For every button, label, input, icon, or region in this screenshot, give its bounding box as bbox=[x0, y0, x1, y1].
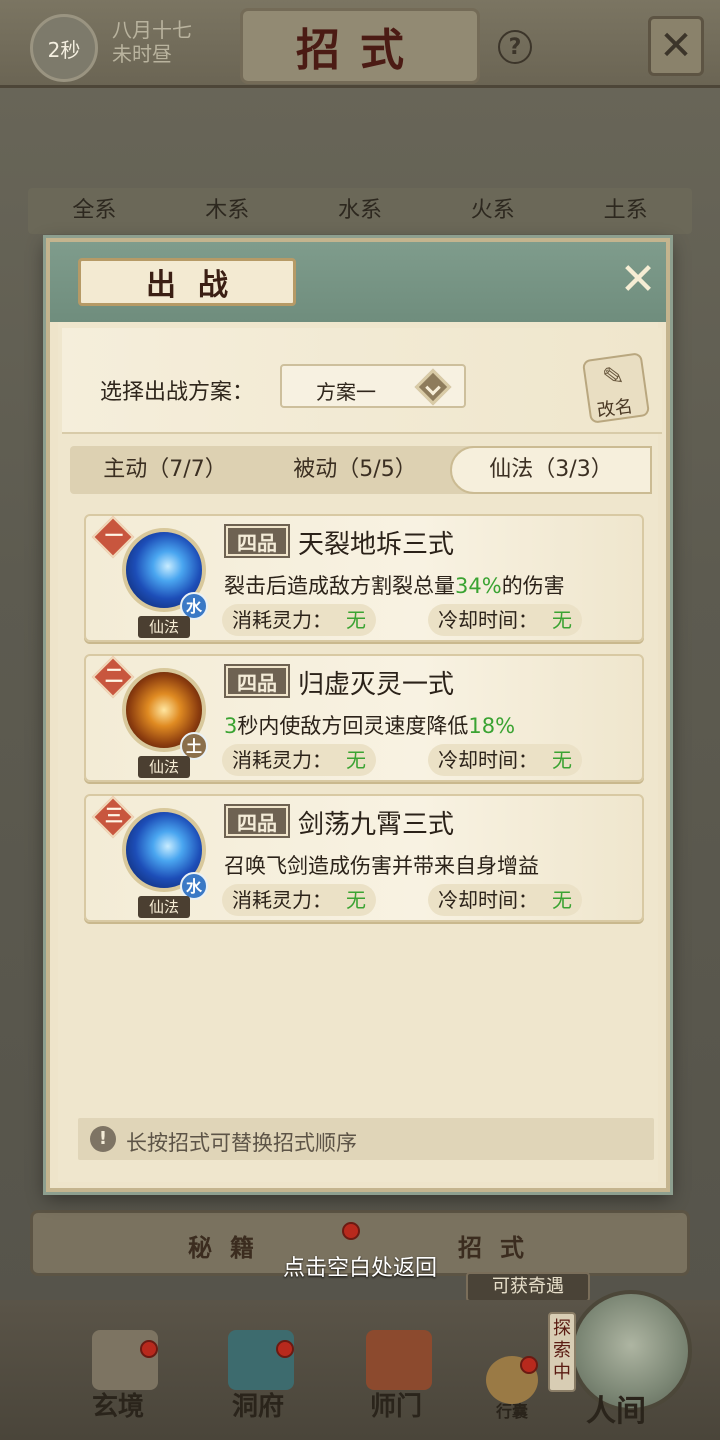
notification-dot bbox=[276, 1340, 294, 1358]
dialog-body: 选择出战方案： 方案一 ✎ 改名 主动（7/7） 被动（5/5） 仙法（3/3）… bbox=[58, 322, 662, 1182]
skill-type-tag: 仙法 bbox=[138, 616, 190, 638]
nav-dongfu[interactable]: 洞府 bbox=[232, 1386, 284, 1423]
skill-card[interactable]: 二 土 仙法 四品 归虚灭灵一式 3秒内使敌方回灵速度降低18% 消耗灵力：无 … bbox=[84, 654, 644, 782]
tab-active-skills[interactable]: 主动（7/7） bbox=[70, 446, 260, 494]
tab-passive-skills[interactable]: 被动（5/5） bbox=[260, 446, 450, 494]
grade-tag: 四品 bbox=[224, 664, 290, 698]
plan-selector-row: 选择出战方案： 方案一 ✎ 改名 bbox=[62, 328, 662, 434]
skill-name: 天裂地坼三式 bbox=[298, 530, 455, 560]
mana-cost: 消耗灵力：无 bbox=[222, 604, 376, 636]
page-close-button[interactable]: ✕ bbox=[648, 16, 704, 76]
plan-dropdown[interactable]: 方案一 bbox=[280, 364, 466, 408]
cooldown: 冷却时间：无 bbox=[428, 884, 582, 916]
skill-description: 召唤飞剑造成伤害并带来自身增益 bbox=[224, 854, 539, 878]
skill-card[interactable]: 三 水 仙法 四品 剑荡九霄三式 召唤飞剑造成伤害并带来自身增益 消耗灵力：无 … bbox=[84, 794, 644, 922]
battle-setup-dialog: 出战 ✕ 选择出战方案： 方案一 ✎ 改名 主动（7/7） 被动（5/5） 仙法… bbox=[46, 238, 670, 1192]
notification-dot bbox=[140, 1340, 158, 1358]
rank-number: 二 bbox=[105, 666, 123, 687]
xuanjing-icon[interactable] bbox=[92, 1330, 158, 1390]
rank-number: 三 bbox=[105, 806, 123, 827]
page-title-plate: 招式 bbox=[240, 8, 480, 84]
exploring-tag: 探索中 bbox=[548, 1312, 576, 1392]
nav-renjian[interactable]: 人间 bbox=[586, 1386, 646, 1430]
element-filter-tabs: 全系 木系 水系 火系 土系 bbox=[28, 188, 692, 234]
skill-name: 归虚灭灵一式 bbox=[298, 670, 455, 700]
dialog-title: 出战 bbox=[146, 268, 250, 303]
game-date: 八月十七 未时昼 bbox=[112, 18, 192, 66]
date-line-1: 八月十七 bbox=[112, 18, 192, 42]
tab-immortal-arts[interactable]: 仙法（3/3） bbox=[450, 446, 652, 494]
grade-tag: 四品 bbox=[224, 804, 290, 838]
tab-fire[interactable]: 火系 bbox=[426, 188, 559, 234]
timer-badge: 2秒 bbox=[30, 14, 98, 82]
nav-shimen[interactable]: 师门 bbox=[370, 1386, 422, 1423]
hint-bar: ! 长按招式可替换招式顺序 bbox=[78, 1118, 654, 1160]
mana-cost: 消耗灵力：无 bbox=[222, 884, 376, 916]
info-icon: ! bbox=[90, 1126, 116, 1152]
grade-tag: 四品 bbox=[224, 524, 290, 558]
page-title: 招式 bbox=[296, 25, 424, 76]
top-bar: 2秒 八月十七 未时昼 招式 ? ✕ bbox=[0, 0, 720, 88]
dialog-header: 出战 ✕ bbox=[50, 242, 666, 322]
skill-description: 3秒内使敌方回灵速度降低18% bbox=[224, 714, 516, 738]
skill-card[interactable]: 一 水 仙法 四品 天裂地坼三式 裂击后造成敌方割裂总量34%的伤害 消耗灵力：… bbox=[84, 514, 644, 642]
rank-number: 一 bbox=[105, 526, 123, 547]
nav-xuanjing[interactable]: 玄境 bbox=[92, 1386, 144, 1423]
skill-category-tabs: 主动（7/7） 被动（5/5） 仙法（3/3） bbox=[70, 446, 652, 494]
cooldown: 冷却时间：无 bbox=[428, 604, 582, 636]
shimen-icon[interactable] bbox=[366, 1330, 432, 1390]
tab-water[interactable]: 水系 bbox=[294, 188, 427, 234]
adventure-badge[interactable]: 可获奇遇 bbox=[466, 1272, 590, 1302]
rename-label: 改名 bbox=[595, 395, 635, 422]
chevron-down-icon bbox=[414, 368, 452, 406]
rename-button[interactable]: ✎ 改名 bbox=[581, 352, 651, 424]
nav-xingnang[interactable]: 行囊 bbox=[496, 1398, 528, 1422]
notification-dot bbox=[342, 1222, 360, 1240]
brush-icon: ✎ bbox=[600, 360, 627, 394]
hint-text: 长按招式可替换招式顺序 bbox=[126, 1131, 357, 1155]
tab-earth[interactable]: 土系 bbox=[559, 188, 692, 234]
cooldown: 冷却时间：无 bbox=[428, 744, 582, 776]
skill-type-tag: 仙法 bbox=[138, 756, 190, 778]
tab-all-elements[interactable]: 全系 bbox=[28, 188, 161, 234]
mana-cost: 消耗灵力：无 bbox=[222, 744, 376, 776]
help-icon[interactable]: ? bbox=[498, 30, 532, 64]
skill-name: 剑荡九霄三式 bbox=[298, 810, 455, 840]
dongfu-icon[interactable] bbox=[228, 1330, 294, 1390]
skill-type-tag: 仙法 bbox=[138, 896, 190, 918]
skill-description: 裂击后造成敌方割裂总量34%的伤害 bbox=[224, 574, 565, 598]
notification-dot bbox=[520, 1356, 538, 1374]
dialog-title-plate: 出战 bbox=[78, 258, 296, 306]
tap-to-return-hint[interactable]: 点击空白处返回 bbox=[0, 1250, 720, 1282]
close-icon[interactable]: ✕ bbox=[616, 258, 660, 302]
plan-dropdown-value: 方案一 bbox=[316, 380, 376, 404]
tab-wood[interactable]: 木系 bbox=[161, 188, 294, 234]
plan-label: 选择出战方案： bbox=[100, 380, 255, 405]
date-line-2: 未时昼 bbox=[112, 42, 172, 66]
